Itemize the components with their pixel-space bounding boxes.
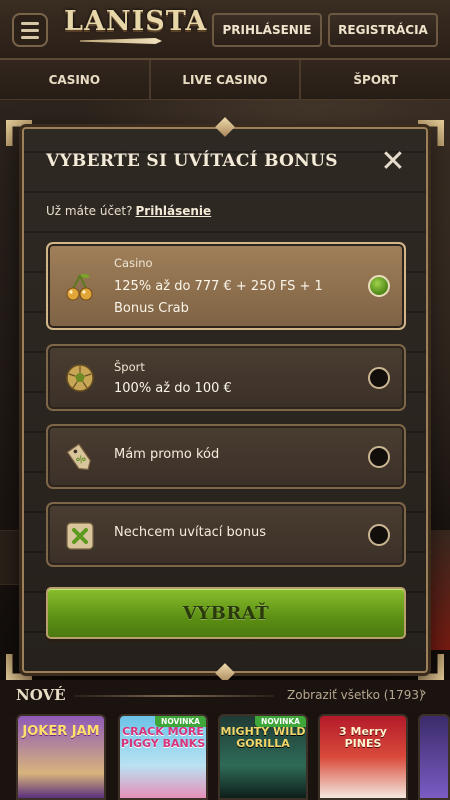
modal-title: VYBERTE SI UVÍTACÍ BONUS [46,151,338,171]
option-label: Šport [114,360,145,374]
game-title: JOKER JAM [22,724,100,739]
game-tile[interactable]: NOVINKA CRACK MORE PIGGY BANKS [118,714,208,800]
account-prompt-text: Už máte účet? [46,204,133,218]
option-label: Casino [114,256,153,270]
game-tile[interactable] [418,714,450,800]
account-prompt: Už máte účet? Prihlásenie [46,204,211,218]
select-bonus-button[interactable]: VYBRAŤ [46,587,406,639]
option-label: Nechcem uvítací bonus [114,525,267,540]
soccer-ball-icon [66,364,94,392]
radio-unselected[interactable] [368,367,390,389]
tab-sport[interactable]: ŠPORT [301,60,450,99]
main-nav: CASINO LIVE CASINO ŠPORT [0,60,450,100]
bonus-option-no-bonus[interactable]: Nechcem uvítací bonus [46,502,406,567]
close-icon[interactable]: ✕ [380,147,406,177]
login-link[interactable]: Prihlásenie [136,204,212,218]
welcome-bonus-modal: VYBERTE SI UVÍTACÍ BONUS ✕ Už máte účet?… [22,127,428,673]
promo-tag-icon: % [66,443,91,471]
background-game-card [426,530,450,650]
section-title: NOVÉ [16,686,66,704]
game-title: MIGHTY WILD GORILLA [220,725,306,750]
see-all-link[interactable]: Zobraziť všetko (1793) [287,688,424,702]
option-value: 100% až do 100 € [114,381,232,396]
game-title: 3 Merry PINES [339,725,387,750]
game-tile[interactable]: 3 Merry PINES [318,714,408,800]
radio-selected[interactable] [368,275,390,297]
register-button[interactable]: REGISTRÁCIA [328,13,438,47]
no-bonus-x-icon [66,522,94,550]
cherries-icon [66,273,93,301]
radio-unselected[interactable] [368,446,390,468]
login-button[interactable]: PRIHLÁSENIE [212,13,322,47]
section-divider [74,695,274,697]
bonus-option-casino[interactable]: Casino 125% až do 777 € + 250 FS + 1 Bon… [46,242,406,330]
top-header: LANISTA PRIHLÁSENIE REGISTRÁCIA [0,0,450,60]
option-value: 125% až do 777 € + 250 FS + 1 Bonus Crab [114,279,323,316]
bonus-option-sport[interactable]: Šport 100% až do 100 € [46,344,406,411]
menu-hamburger-icon[interactable] [12,13,48,47]
tab-live-casino[interactable]: LIVE CASINO [150,60,302,99]
chevron-right-icon[interactable]: › [421,685,427,701]
tab-casino[interactable]: CASINO [0,60,151,99]
game-title: CRACK MORE PIGGY BANKS [120,725,206,750]
game-tile[interactable]: JOKER JAM [16,714,106,800]
radio-unselected[interactable] [368,524,390,546]
game-tile[interactable]: NOVINKA MIGHTY WILD GORILLA [218,714,308,800]
lanista-logo[interactable]: LANISTA [64,6,207,50]
bonus-option-promo-code[interactable]: % Mám promo kód [46,424,406,489]
option-label: Mám promo kód [114,447,220,462]
